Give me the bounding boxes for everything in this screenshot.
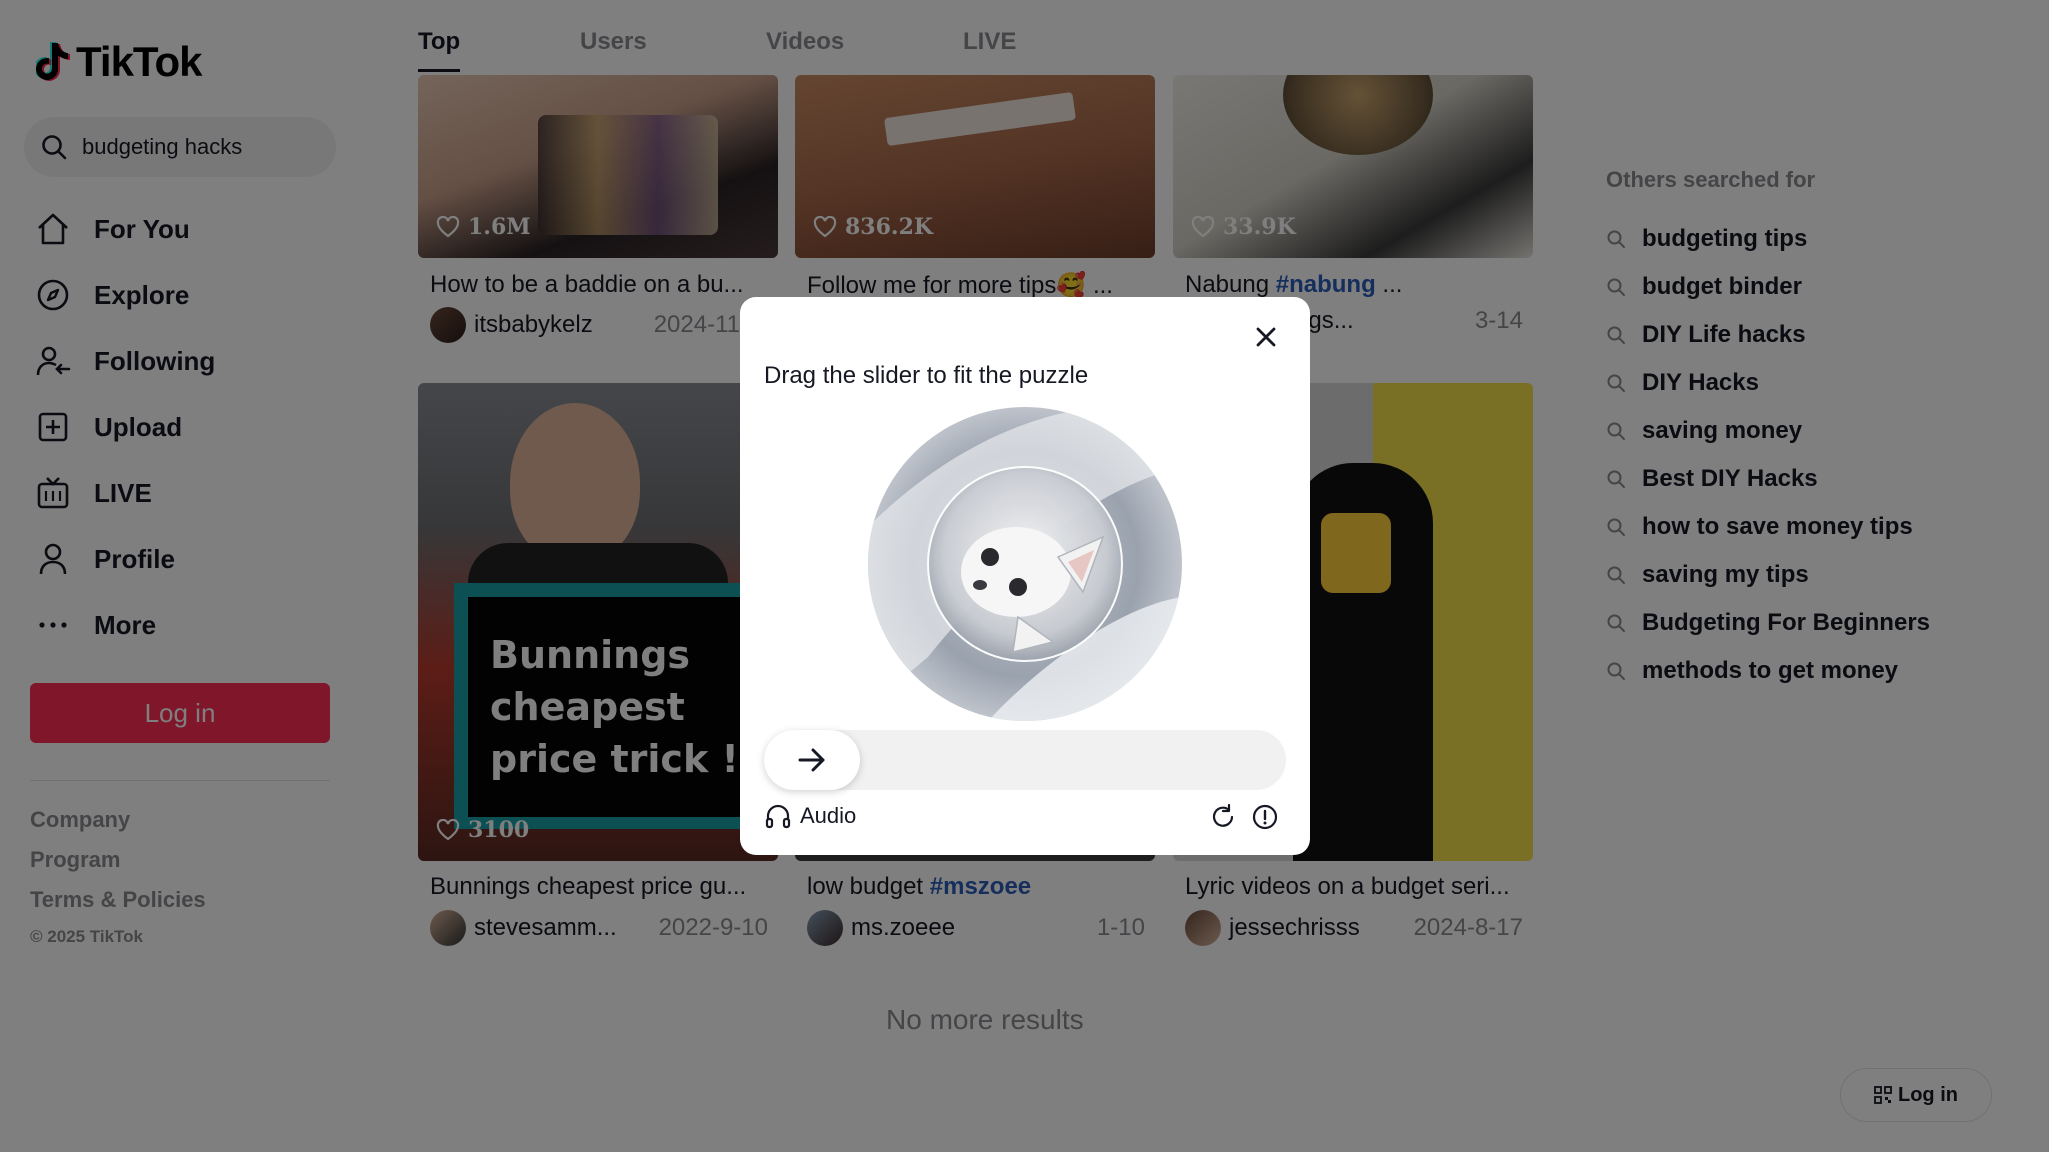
headphones-icon (765, 804, 791, 829)
captcha-puzzle-image (868, 407, 1182, 721)
puzzle-image-svg (868, 407, 1182, 721)
captcha-modal: Drag the slider to fit the puzzle Audio (740, 297, 1310, 855)
audio-label: Audio (800, 803, 857, 828)
close-button[interactable] (1248, 319, 1284, 355)
audio-button[interactable]: Audio (764, 802, 856, 830)
captcha-slider-handle[interactable] (764, 730, 860, 790)
info-icon[interactable] (1250, 802, 1280, 832)
refresh-icon[interactable] (1208, 802, 1238, 832)
arrow-right-icon (798, 748, 825, 772)
captcha-title: Drag the slider to fit the puzzle (764, 362, 1089, 389)
captcha-slider-track[interactable] (764, 730, 1286, 790)
close-icon (1256, 327, 1276, 347)
